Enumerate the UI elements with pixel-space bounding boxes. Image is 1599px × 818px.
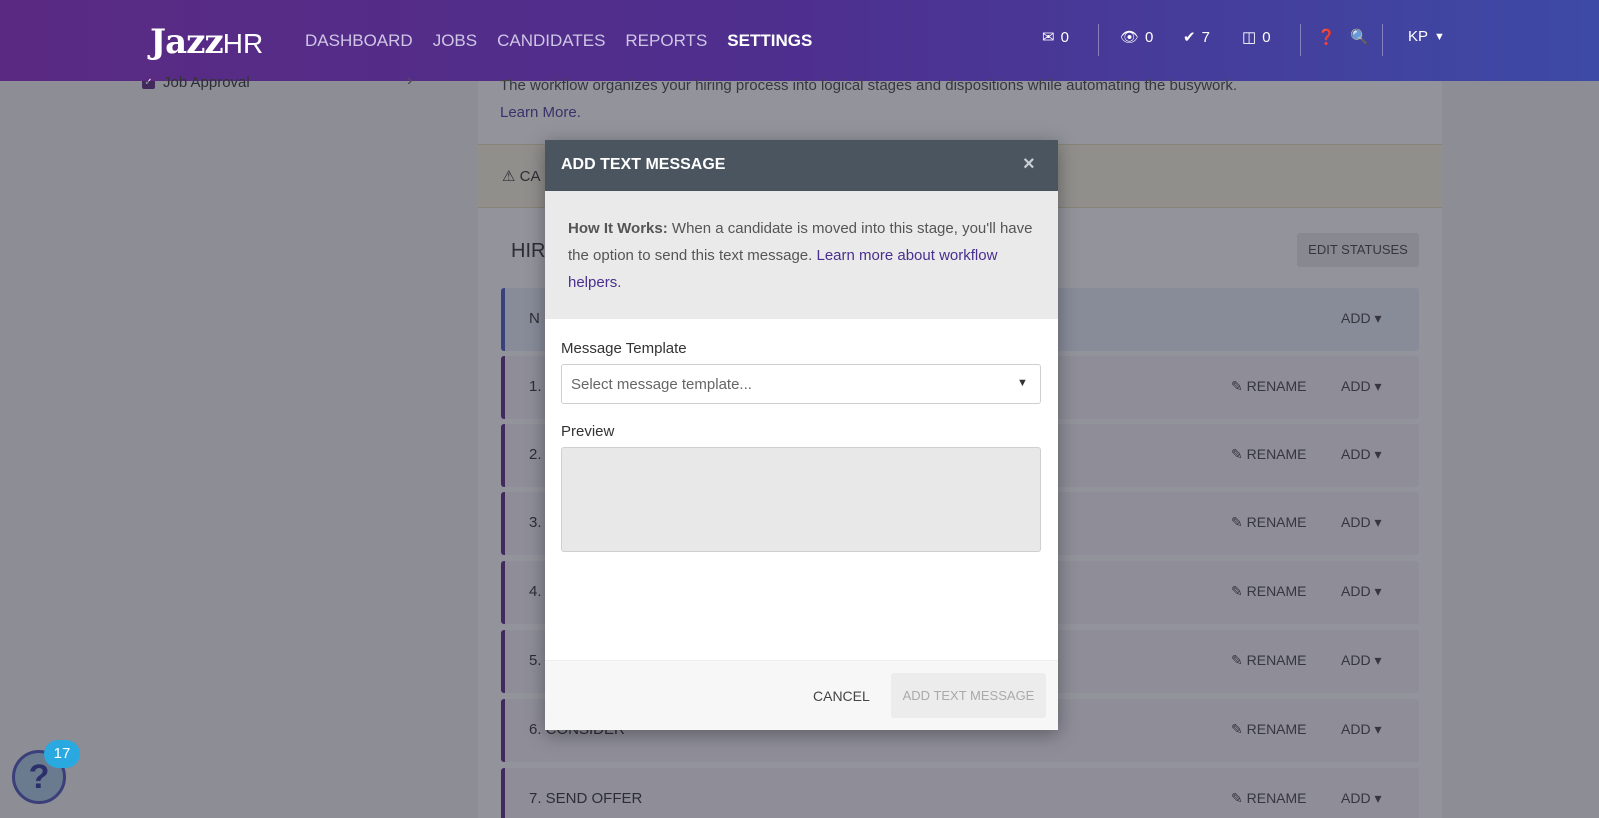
nav-settings[interactable]: SETTINGS <box>727 31 812 51</box>
nav-reports[interactable]: REPORTS <box>625 31 707 51</box>
search-icon: 🔍 <box>1350 29 1369 46</box>
modal-header: ADD TEXT MESSAGE × <box>545 140 1058 191</box>
nav-divider <box>1098 24 1099 56</box>
approvals-count: 7 <box>1201 28 1210 46</box>
nav-jobs[interactable]: JOBS <box>433 31 477 51</box>
main-nav: DASHBOARD JOBS CANDIDATES REPORTS SETTIN… <box>305 31 812 51</box>
user-initials: KP <box>1408 28 1429 45</box>
search-button[interactable]: 🔍 <box>1350 28 1375 46</box>
inbox-counter[interactable]: ◫ 0 <box>1242 28 1271 47</box>
top-navigation-bar: JazzHR DASHBOARD JOBS CANDIDATES REPORTS… <box>0 0 1599 81</box>
preview-label: Preview <box>561 423 615 440</box>
select-placeholder: Select message template... <box>571 376 752 393</box>
how-it-works-panel: How It Works: When a candidate is moved … <box>545 191 1058 319</box>
nav-candidates[interactable]: CANDIDATES <box>497 31 605 51</box>
nav-divider <box>1382 24 1383 56</box>
logo-text: Jazz <box>150 22 224 62</box>
eye-icon: 👁 <box>1120 29 1140 46</box>
nav-divider <box>1300 24 1301 56</box>
cancel-button[interactable]: CANCEL <box>813 688 870 704</box>
question-icon: ? <box>28 758 50 796</box>
user-menu[interactable]: KP ▼ <box>1408 28 1445 45</box>
message-template-select[interactable]: Select message template... ▼ <box>561 364 1041 404</box>
help-icon: ❓ <box>1317 29 1336 46</box>
message-preview-box <box>561 447 1041 552</box>
nav-dashboard[interactable]: DASHBOARD <box>305 31 413 51</box>
add-text-message-modal: ADD TEXT MESSAGE × How It Works: When a … <box>545 140 1058 730</box>
checkmark-icon: ✔ <box>1183 29 1196 46</box>
caret-down-icon: ▼ <box>1017 377 1028 389</box>
help-notification-badge: 17 <box>44 740 80 768</box>
modal-footer: CANCEL ADD TEXT MESSAGE <box>545 660 1058 730</box>
logo-hr-text: HR <box>222 28 264 59</box>
views-counter[interactable]: 👁 0 <box>1120 28 1154 47</box>
chevron-down-icon: ▼ <box>1434 30 1445 43</box>
chat-icon: ✉ <box>1042 29 1055 46</box>
close-icon[interactable]: × <box>1023 153 1035 176</box>
message-template-label: Message Template <box>561 340 687 357</box>
add-text-message-button[interactable]: ADD TEXT MESSAGE <box>891 673 1046 718</box>
help-button[interactable]: ❓ <box>1317 28 1342 46</box>
views-count: 0 <box>1145 28 1154 46</box>
jazzhr-logo[interactable]: JazzHR <box>150 22 263 62</box>
inbox-count: 0 <box>1262 28 1271 46</box>
messages-counter[interactable]: ✉ 0 <box>1042 28 1069 47</box>
how-it-works-label: How It Works: <box>568 220 668 237</box>
inbox-icon: ◫ <box>1242 29 1257 46</box>
approvals-counter[interactable]: ✔ 7 <box>1183 28 1210 47</box>
modal-title: ADD TEXT MESSAGE <box>561 156 726 173</box>
messages-count: 0 <box>1060 28 1069 46</box>
